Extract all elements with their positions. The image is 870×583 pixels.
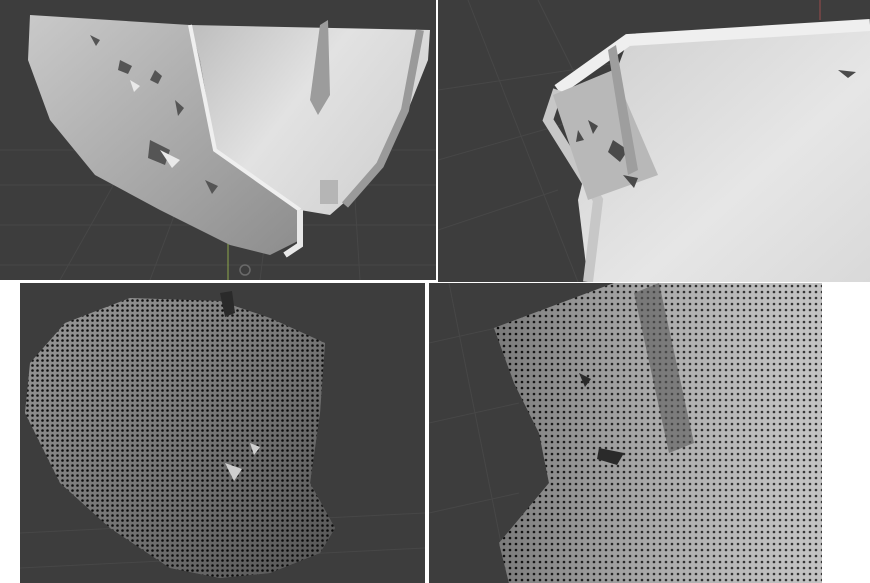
mesh-render-top-right [438,0,870,282]
viewport-pointcloud-bottom-right [429,283,822,583]
viewport-mesh-top-left [0,0,436,280]
mesh-render-top-left [0,0,436,280]
viewport-pointcloud-bottom-left [20,283,425,583]
inner-post [320,180,338,204]
image-collage [0,0,870,583]
viewport-mesh-top-right [438,0,870,282]
point-cloud-bottom-right [429,283,822,583]
point-cloud-bottom-left [20,283,425,583]
